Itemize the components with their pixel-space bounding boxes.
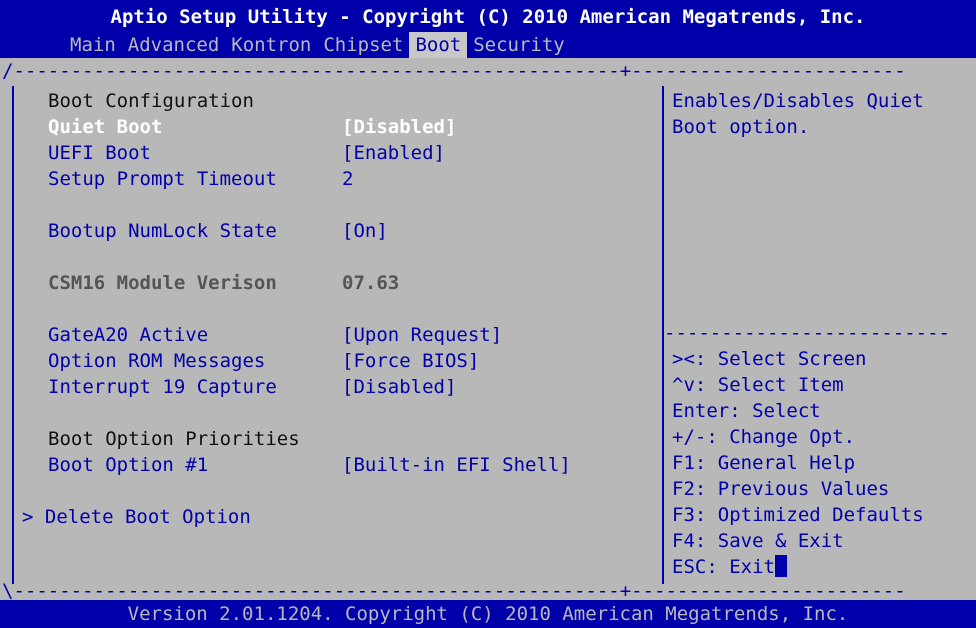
key-change-opt: +/-: Change Opt. xyxy=(672,426,856,448)
bootup-numlock-label[interactable]: Bootup NumLock State xyxy=(48,218,277,244)
option-rom-label[interactable]: Option ROM Messages xyxy=(48,348,265,374)
key-previous-values: F2: Previous Values xyxy=(672,478,890,500)
key-general-help: F1: General Help xyxy=(672,452,856,474)
footer-version: Version 2.01.1204. Copyright (C) 2010 Am… xyxy=(0,600,976,628)
quiet-boot-label[interactable]: Quiet Boot xyxy=(48,114,162,140)
tab-security[interactable]: Security xyxy=(467,32,571,58)
gatea20-value[interactable]: [Upon Request] xyxy=(342,322,502,348)
header-bar: Aptio Setup Utility - Copyright (C) 2010… xyxy=(0,0,976,58)
tab-chipset[interactable]: Chipset xyxy=(317,32,409,58)
help-divider: ------------------------- xyxy=(664,322,950,344)
app-title: Aptio Setup Utility - Copyright (C) 2010… xyxy=(110,6,866,28)
left-border xyxy=(12,86,14,584)
section-boot-configuration: Boot Configuration xyxy=(48,90,254,112)
tab-boot[interactable]: Boot xyxy=(409,32,468,58)
help-text-line2: Boot option. xyxy=(672,116,810,138)
tab-main[interactable]: Main xyxy=(64,32,122,58)
key-save-exit: F4: Save & Exit xyxy=(672,530,844,552)
tab-kontron[interactable]: Kontron xyxy=(225,32,317,58)
boot-option-1-value[interactable]: [Built-in EFI Shell] xyxy=(342,452,571,478)
setup-prompt-timeout-value[interactable]: 2 xyxy=(342,166,353,192)
csm16-version-value: 07.63 xyxy=(342,272,400,294)
csm16-version-label: CSM16 Module Verison xyxy=(48,272,277,294)
gatea20-label[interactable]: GateA20 Active xyxy=(48,322,208,348)
delete-boot-option-link[interactable]: > Delete Boot Option xyxy=(22,504,251,530)
option-rom-value[interactable]: [Force BIOS] xyxy=(342,348,479,374)
boot-option-1-label[interactable]: Boot Option #1 xyxy=(48,452,208,478)
quiet-boot-value[interactable]: [Disabled] xyxy=(342,114,456,140)
key-optimized-defaults: F3: Optimized Defaults xyxy=(672,504,924,526)
interrupt19-label[interactable]: Interrupt 19 Capture xyxy=(48,374,277,400)
setup-prompt-timeout-label[interactable]: Setup Prompt Timeout xyxy=(48,166,277,192)
menu-tabs: Main Advanced Kontron Chipset Boot Secur… xyxy=(64,32,571,58)
key-select-screen: ><: Select Screen xyxy=(672,348,867,370)
key-enter-select: Enter: Select xyxy=(672,400,821,422)
bootup-numlock-value[interactable]: [On] xyxy=(342,218,388,244)
tab-advanced[interactable]: Advanced xyxy=(122,32,226,58)
top-border: /---------------------------------------… xyxy=(2,60,906,82)
text-cursor xyxy=(774,555,787,577)
help-text-line1: Enables/Disables Quiet xyxy=(672,90,924,112)
key-esc-row: ESC: Exit xyxy=(672,554,787,580)
uefi-boot-value[interactable]: [Enabled] xyxy=(342,140,445,166)
key-esc-exit: ESC: Exit xyxy=(672,556,775,578)
key-select-item: ^v: Select Item xyxy=(672,374,844,396)
interrupt19-value[interactable]: [Disabled] xyxy=(342,374,456,400)
section-boot-option-priorities: Boot Option Priorities xyxy=(48,428,300,450)
uefi-boot-label[interactable]: UEFI Boot xyxy=(48,140,151,166)
